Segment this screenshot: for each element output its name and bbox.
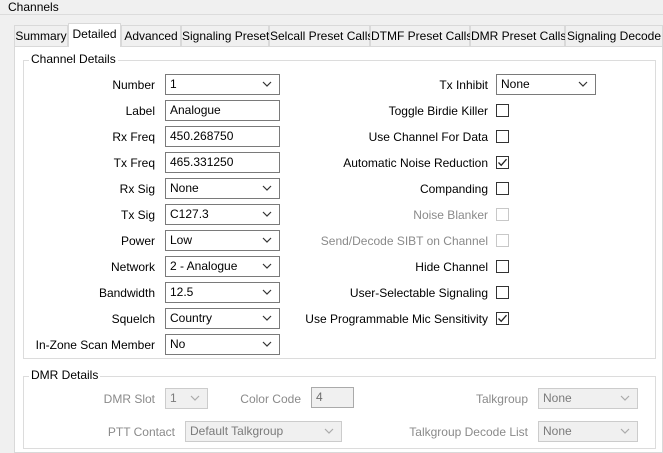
color-code-label: Color Code xyxy=(240,392,301,406)
use-channel-for-data-label: Use Channel For Data xyxy=(368,130,488,144)
tab-summary[interactable]: Summary xyxy=(14,25,68,47)
channels-window: Channels Summary Detailed Advanced Signa… xyxy=(0,0,663,453)
user-selectable-signaling-checkbox[interactable] xyxy=(496,286,509,299)
talkgroup-label: Talkgroup xyxy=(475,392,528,406)
tx-freq-input[interactable]: 465.331250 xyxy=(165,152,280,173)
number-select[interactable]: 1 xyxy=(165,74,280,95)
in-zone-scan-select[interactable]: No xyxy=(165,334,280,355)
in-zone-scan-value: No xyxy=(170,337,186,351)
number-value: 1 xyxy=(170,77,177,91)
toggle-birdie-killer-label: Toggle Birdie Killer xyxy=(388,104,488,118)
rx-sig-value: None xyxy=(170,181,199,195)
talkgroup-decode-list-label: Talkgroup Decode List xyxy=(409,425,528,439)
checkmark-icon xyxy=(498,158,507,167)
dmr-slot-select[interactable]: 1 xyxy=(165,388,208,409)
number-label: Number xyxy=(112,78,155,92)
rx-freq-input[interactable]: 450.268750 xyxy=(165,126,280,147)
hide-channel-checkbox[interactable] xyxy=(496,260,509,273)
noise-blanker-label: Noise Blanker xyxy=(413,208,488,222)
bandwidth-label: Bandwidth xyxy=(98,286,155,300)
talkgroup-decode-list-select[interactable]: None xyxy=(538,421,638,442)
chevron-down-icon xyxy=(189,389,201,408)
automatic-noise-reduction-label: Automatic Noise Reduction xyxy=(343,156,488,170)
talkgroup-value: None xyxy=(543,391,572,405)
color-code-input[interactable]: 4 xyxy=(311,387,354,408)
rx-sig-select[interactable]: None xyxy=(165,178,280,199)
tx-sig-value: C127.3 xyxy=(170,207,209,221)
tab-dtmf-preset-calls[interactable]: DTMF Preset Calls xyxy=(370,25,472,47)
tx-sig-label: Tx Sig xyxy=(120,208,155,222)
programmable-mic-sensitivity-label: Use Programmable Mic Sensitivity xyxy=(305,312,488,326)
companding-label: Companding xyxy=(419,182,488,196)
ptt-contact-label: PTT Contact xyxy=(107,425,175,439)
ptt-contact-value: Default Talkgroup xyxy=(190,424,284,438)
use-channel-for-data-checkbox[interactable] xyxy=(496,130,509,143)
network-select[interactable]: 2 - Analogue xyxy=(165,256,280,277)
ptt-contact-select[interactable]: Default Talkgroup xyxy=(185,421,342,442)
rx-freq-label: Rx Freq xyxy=(112,130,155,144)
chevron-down-icon xyxy=(261,75,273,94)
channel-details-heading: Channel Details xyxy=(29,52,118,66)
rx-sig-label: Rx Sig xyxy=(119,182,155,196)
squelch-value: Country xyxy=(170,311,213,325)
chevron-down-icon xyxy=(261,335,273,354)
tx-freq-label: Tx Freq xyxy=(113,156,155,170)
bandwidth-value: 12.5 xyxy=(170,285,194,299)
chevron-down-icon xyxy=(619,422,631,441)
bandwidth-select[interactable]: 12.5 xyxy=(165,282,280,303)
send-decode-sibt-checkbox[interactable] xyxy=(496,234,509,247)
noise-blanker-checkbox[interactable] xyxy=(496,208,509,221)
squelch-label: Squelch xyxy=(111,312,155,326)
power-label: Power xyxy=(120,234,155,248)
power-value: Low xyxy=(170,233,193,247)
chevron-down-icon xyxy=(619,389,631,408)
chevron-down-icon xyxy=(577,75,589,94)
title-divider xyxy=(0,14,663,15)
talkgroup-decode-list-value: None xyxy=(543,424,572,438)
hide-channel-label: Hide Channel xyxy=(415,260,488,274)
tx-inhibit-value: None xyxy=(501,77,530,91)
checkmark-icon xyxy=(498,314,507,323)
tab-detailed[interactable]: Detailed xyxy=(68,23,121,47)
tx-inhibit-select[interactable]: None xyxy=(496,74,596,95)
tab-signaling-decode[interactable]: Signaling Decode xyxy=(565,25,663,47)
in-zone-scan-label: In-Zone Scan Member xyxy=(35,338,155,352)
window-title: Channels xyxy=(8,0,59,14)
tab-advanced[interactable]: Advanced xyxy=(121,25,181,47)
dmr-details-heading: DMR Details xyxy=(29,368,101,382)
user-selectable-signaling-label: User-Selectable Signaling xyxy=(349,286,488,300)
companding-checkbox[interactable] xyxy=(496,182,509,195)
chevron-down-icon xyxy=(323,422,335,441)
label-field-label: Label xyxy=(125,104,155,118)
network-label: Network xyxy=(110,260,155,274)
talkgroup-select[interactable]: None xyxy=(538,388,638,409)
tab-selcall-preset-calls[interactable]: Selcall Preset Calls xyxy=(269,25,373,47)
tx-sig-select[interactable]: C127.3 xyxy=(165,204,280,225)
detailed-tab-panel: Channel Details Number 1 Label Analogue … xyxy=(14,46,663,453)
tab-dmr-preset-calls[interactable]: DMR Preset Calls xyxy=(470,25,566,47)
send-decode-sibt-label: Send/Decode SIBT on Channel xyxy=(320,234,488,248)
squelch-select[interactable]: Country xyxy=(165,308,280,329)
power-select[interactable]: Low xyxy=(165,230,280,251)
tx-inhibit-label: Tx Inhibit xyxy=(439,78,488,92)
dmr-slot-label: DMR Slot xyxy=(103,392,155,406)
dmr-slot-value: 1 xyxy=(170,391,177,405)
network-value: 2 - Analogue xyxy=(170,259,238,273)
label-input[interactable]: Analogue xyxy=(165,100,280,121)
automatic-noise-reduction-checkbox[interactable] xyxy=(496,156,509,169)
toggle-birdie-killer-checkbox[interactable] xyxy=(496,104,509,117)
programmable-mic-sensitivity-checkbox[interactable] xyxy=(496,312,509,325)
tab-signaling-preset[interactable]: Signaling Preset xyxy=(181,25,269,47)
